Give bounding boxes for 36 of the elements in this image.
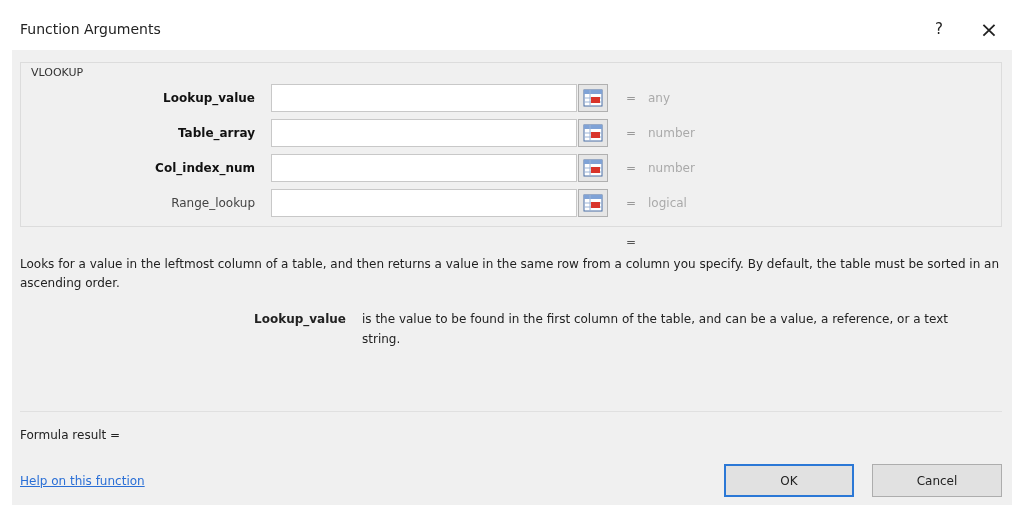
range-picker-button[interactable] [578, 84, 608, 112]
argument-label: Table_array [176, 126, 256, 140]
function-name: VLOOKUP [31, 66, 84, 79]
argument-label: Range_lookup [170, 196, 256, 210]
dialog-button[interactable]: OK [724, 464, 854, 497]
argument-name: Lookup_value [253, 311, 347, 329]
argument-label: Col_index_num [154, 161, 256, 175]
range-select-icon [583, 89, 603, 107]
dialog-button[interactable]: Cancel [872, 464, 1002, 497]
argument-field[interactable] [271, 154, 577, 182]
close-button[interactable]: × [974, 16, 1004, 42]
range-picker-button[interactable] [578, 189, 608, 217]
range-picker-button[interactable] [578, 119, 608, 147]
range-picker-button[interactable] [578, 154, 608, 182]
argument-label: Lookup_value [162, 91, 256, 105]
equals-sign: = [626, 126, 638, 140]
equals-sign: = [626, 91, 638, 105]
argument-field[interactable] [271, 119, 577, 147]
formula-result: Formula result = [20, 428, 122, 442]
argument-field[interactable] [271, 84, 577, 112]
argument-result: number [648, 161, 695, 175]
equals-sign: = [626, 235, 637, 249]
argument-result: logical [648, 196, 687, 210]
range-select-icon [583, 124, 603, 142]
range-select-icon [583, 194, 603, 212]
equals-sign: = [626, 161, 638, 175]
argument-result: any [648, 91, 671, 105]
argument-result: number [648, 126, 695, 140]
help-link[interactable]: Help on this function [20, 473, 145, 488]
range-select-icon [583, 159, 603, 177]
function-description: Looks for a value in the leftmost column of a table, and then returns a value in the same row from a column you specify. By default, the table must be sorted in an ascending order. [20, 256, 1001, 292]
argument-description: is the value to be found in the first column of the table, and can be a value, a reference, or a text string. [362, 311, 949, 348]
equals-sign: = [626, 196, 638, 210]
help-button[interactable]: ? [924, 16, 954, 42]
window-title: Function Arguments [20, 21, 161, 37]
argument-field[interactable] [271, 189, 577, 217]
